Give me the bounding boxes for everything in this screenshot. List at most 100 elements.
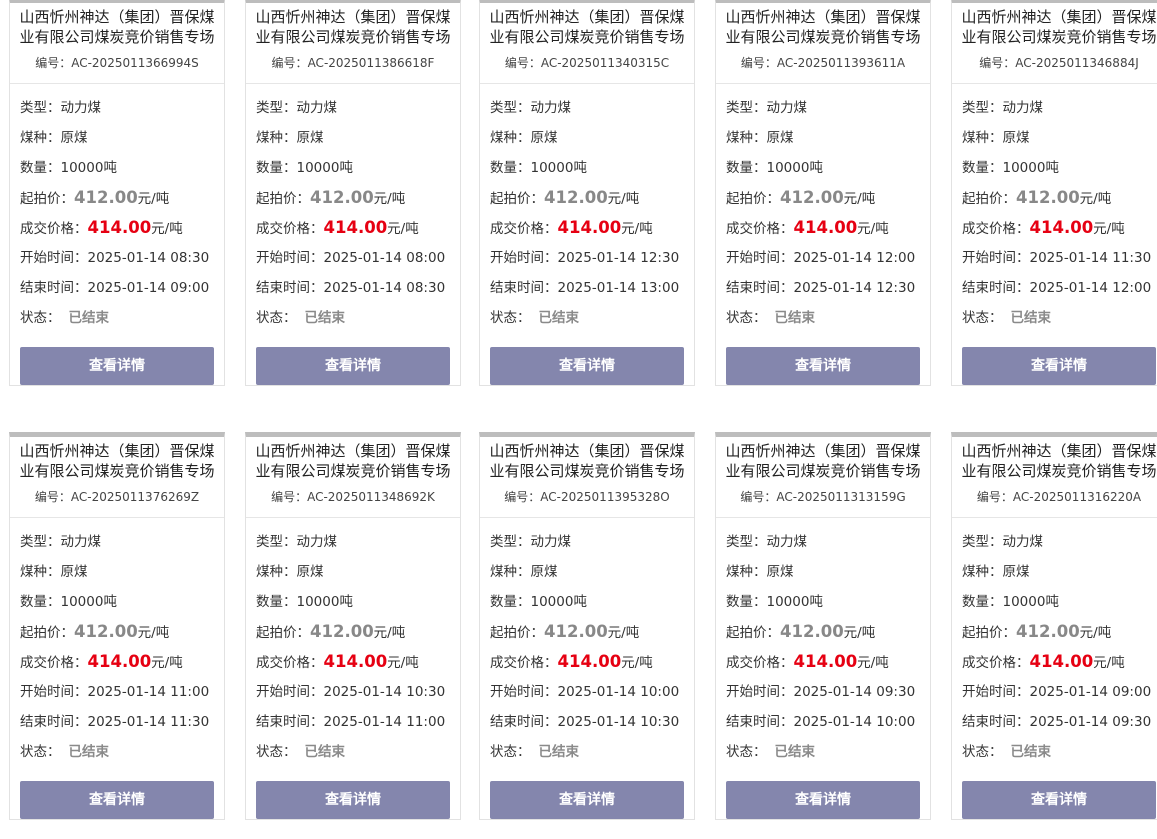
- start-time-value: 2025-01-14 11:00: [87, 684, 210, 700]
- deal-price-unit: 元/吨: [621, 221, 653, 237]
- deal-price-row: 成交价格：414.00元/吨: [962, 213, 1156, 243]
- status-row: 状态： 已结束: [490, 303, 684, 333]
- card-title[interactable]: 山西忻州神达（集团）晋保煤业有限公司煤炭竞价销售专场: [246, 437, 460, 481]
- end-time-value: 2025-01-14 10:30: [557, 714, 680, 730]
- type-label: 类型：: [962, 534, 1003, 550]
- view-details-button[interactable]: 查看详情: [20, 347, 214, 385]
- end-time-label: 结束时间：: [490, 280, 558, 296]
- quantity-value: 10000吨: [60, 160, 117, 176]
- view-details-button[interactable]: 查看详情: [962, 781, 1156, 819]
- deal-price-label: 成交价格：: [256, 655, 324, 671]
- coal-value: 原煤: [766, 564, 794, 580]
- card-title[interactable]: 山西忻州神达（集团）晋保煤业有限公司煤炭竞价销售专场: [480, 3, 694, 47]
- view-details-button[interactable]: 查看详情: [256, 347, 450, 385]
- card-body: 类型：动力煤 煤种：原煤 数量：10000吨 起拍价：412.00元/吨 成交价…: [952, 518, 1157, 819]
- deal-price-value: 414.00: [557, 218, 622, 237]
- view-details-button[interactable]: 查看详情: [726, 347, 920, 385]
- view-details-button[interactable]: 查看详情: [490, 781, 684, 819]
- card-title[interactable]: 山西忻州神达（集团）晋保煤业有限公司煤炭竞价销售专场: [952, 3, 1157, 47]
- view-details-button[interactable]: 查看详情: [20, 781, 214, 819]
- status-badge: 已结束: [68, 310, 110, 326]
- auction-code: 编号：AC-2025011386618F: [246, 47, 460, 84]
- quantity-row: 数量：10000吨: [726, 153, 920, 183]
- type-label: 类型：: [20, 534, 61, 550]
- quantity-row: 数量：10000吨: [490, 153, 684, 183]
- start-price-label: 起拍价：: [726, 625, 780, 641]
- deal-price-label: 成交价格：: [726, 655, 794, 671]
- quantity-label: 数量：: [726, 594, 767, 610]
- type-row: 类型：动力煤: [726, 527, 920, 557]
- end-time-row: 结束时间：2025-01-14 11:30: [20, 707, 214, 737]
- view-details-button[interactable]: 查看详情: [962, 347, 1156, 385]
- start-time-row: 开始时间：2025-01-14 08:00: [256, 243, 450, 273]
- deal-price-row: 成交价格：414.00元/吨: [490, 213, 684, 243]
- quantity-value: 10000吨: [530, 160, 587, 176]
- card-title[interactable]: 山西忻州神达（集团）晋保煤业有限公司煤炭竞价销售专场: [716, 3, 930, 47]
- view-details-button[interactable]: 查看详情: [490, 347, 684, 385]
- deal-price-label: 成交价格：: [20, 655, 88, 671]
- end-time-value: 2025-01-14 12:30: [793, 280, 916, 296]
- quantity-label: 数量：: [20, 160, 61, 176]
- start-time-row: 开始时间：2025-01-14 12:30: [490, 243, 684, 273]
- deal-price-value: 414.00: [1029, 218, 1094, 237]
- deal-price-unit: 元/吨: [1093, 655, 1125, 671]
- start-price-row: 起拍价：412.00元/吨: [490, 183, 684, 213]
- coal-label: 煤种：: [256, 564, 297, 580]
- code-value: AC-2025011393611A: [776, 56, 906, 70]
- end-time-row: 结束时间：2025-01-14 09:30: [962, 707, 1156, 737]
- quantity-row: 数量：10000吨: [962, 153, 1156, 183]
- type-value: 动力煤: [60, 100, 102, 116]
- start-price-value: 412.00: [544, 622, 608, 641]
- status-label: 状态：: [726, 310, 767, 326]
- card-title[interactable]: 山西忻州神达（集团）晋保煤业有限公司煤炭竞价销售专场: [10, 437, 224, 481]
- auction-card: 山西忻州神达（集团）晋保煤业有限公司煤炭竞价销售专场 编号：AC-2025011…: [9, 0, 225, 386]
- end-time-row: 结束时间：2025-01-14 13:00: [490, 273, 684, 303]
- card-body: 类型：动力煤 煤种：原煤 数量：10000吨 起拍价：412.00元/吨 成交价…: [246, 518, 460, 819]
- start-price-unit: 元/吨: [843, 191, 876, 207]
- card-title[interactable]: 山西忻州神达（集团）晋保煤业有限公司煤炭竞价销售专场: [716, 437, 930, 481]
- status-label: 状态：: [962, 310, 1003, 326]
- end-time-row: 结束时间：2025-01-14 11:00: [256, 707, 450, 737]
- quantity-row: 数量：10000吨: [962, 587, 1156, 617]
- view-details-button[interactable]: 查看详情: [726, 781, 920, 819]
- card-title[interactable]: 山西忻州神达（集团）晋保煤业有限公司煤炭竞价销售专场: [952, 437, 1157, 481]
- deal-price-value: 414.00: [793, 652, 858, 671]
- start-price-row: 起拍价：412.00元/吨: [490, 617, 684, 647]
- start-time-value: 2025-01-14 10:30: [323, 684, 446, 700]
- auction-card: 山西忻州神达（集团）晋保煤业有限公司煤炭竞价销售专场 编号：AC-2025011…: [951, 432, 1157, 820]
- code-label: 编号：: [740, 56, 777, 70]
- start-price-value: 412.00: [1016, 188, 1080, 207]
- quantity-label: 数量：: [256, 160, 297, 176]
- start-price-value: 412.00: [780, 622, 844, 641]
- card-title[interactable]: 山西忻州神达（集团）晋保煤业有限公司煤炭竞价销售专场: [10, 3, 224, 47]
- start-time-value: 2025-01-14 08:00: [323, 250, 446, 266]
- start-time-value: 2025-01-14 08:30: [87, 250, 210, 266]
- start-price-value: 412.00: [74, 622, 138, 641]
- start-price-row: 起拍价：412.00元/吨: [726, 617, 920, 647]
- quantity-label: 数量：: [962, 594, 1003, 610]
- start-time-label: 开始时间：: [490, 684, 558, 700]
- card-title[interactable]: 山西忻州神达（集团）晋保煤业有限公司煤炭竞价销售专场: [246, 3, 460, 47]
- end-time-value: 2025-01-14 13:00: [557, 280, 680, 296]
- view-details-button[interactable]: 查看详情: [256, 781, 450, 819]
- code-value: AC-2025011376269Z: [70, 490, 200, 504]
- status-badge: 已结束: [774, 310, 816, 326]
- code-value: AC-2025011386618F: [307, 56, 435, 70]
- end-time-label: 结束时间：: [256, 280, 324, 296]
- coal-row: 煤种：原煤: [490, 123, 684, 153]
- type-value: 动力煤: [530, 100, 572, 116]
- quantity-value: 10000吨: [296, 594, 353, 610]
- coal-label: 煤种：: [20, 130, 61, 146]
- quantity-value: 10000吨: [766, 594, 823, 610]
- status-label: 状态：: [962, 744, 1003, 760]
- code-label: 编号：: [34, 490, 71, 504]
- card-title[interactable]: 山西忻州神达（集团）晋保煤业有限公司煤炭竞价销售专场: [480, 437, 694, 481]
- auction-card: 山西忻州神达（集团）晋保煤业有限公司煤炭竞价销售专场 编号：AC-2025011…: [951, 0, 1157, 386]
- type-row: 类型：动力煤: [20, 527, 214, 557]
- code-label: 编号：: [271, 490, 308, 504]
- coal-value: 原煤: [766, 130, 794, 146]
- code-value: AC-2025011313159G: [776, 490, 906, 504]
- deal-price-unit: 元/吨: [387, 655, 419, 671]
- end-time-value: 2025-01-14 11:00: [323, 714, 446, 730]
- start-time-label: 开始时间：: [256, 684, 324, 700]
